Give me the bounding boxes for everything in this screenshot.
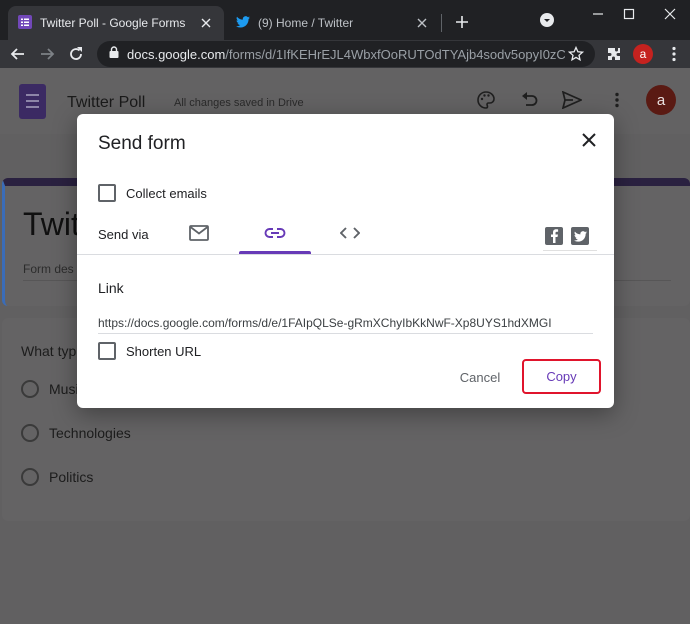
collect-emails-option[interactable]: Collect emails [98,184,207,202]
close-window-icon[interactable] [656,2,684,26]
option-item[interactable]: Musi [21,380,79,398]
send-via-label: Send via [98,227,149,242]
cancel-button[interactable]: Cancel [447,363,513,391]
save-status: All changes saved in Drive [174,97,304,109]
option-label: Musi [49,381,79,397]
tab-embed[interactable] [314,217,386,253]
tab-close-icon[interactable] [196,13,216,33]
link-heading: Link [98,280,124,296]
option-label: Politics [49,469,94,485]
tab-title: Twitter Poll - Google Forms [40,16,186,30]
extensions-icon[interactable] [602,42,626,66]
link-icon [264,226,286,244]
more-options-icon[interactable] [605,88,629,112]
tab-title: (9) Home / Twitter [258,16,354,30]
link-url-field[interactable]: https://docs.google.com/forms/d/e/1FAIpQ… [98,316,593,330]
forward-icon[interactable] [35,42,59,66]
tab-link[interactable] [239,217,311,253]
question-text[interactable]: What typ [21,343,76,359]
email-icon [189,224,209,246]
radio-button[interactable] [21,380,39,398]
facebook-icon[interactable] [545,227,563,245]
send-form-dialog: Send form Collect emails Send via Link h… [77,114,614,408]
new-tab-icon[interactable] [450,10,474,34]
radio-button[interactable] [21,468,39,486]
bookmark-star-icon[interactable] [567,45,585,67]
account-avatar[interactable]: a [646,85,676,115]
tabs-divider [77,254,614,255]
url-path: /forms/d/1IfKEHrEJL4WbxfOoRUTOdTYAjb4sod… [225,46,565,62]
lock-icon [109,45,119,63]
browser-toolbar: docs.google.com/forms/d/1IfKEHrEJL4WbxfO… [0,40,690,68]
link-underline [98,333,593,334]
undo-icon[interactable] [518,88,542,112]
tab-search-icon[interactable] [533,8,561,32]
shorten-url-option[interactable]: Shorten URL [98,342,201,360]
google-forms-icon [18,14,32,32]
tab-close-icon[interactable] [412,13,432,33]
palette-icon[interactable] [474,88,498,112]
form-title[interactable]: Twit [23,206,80,243]
option-item[interactable]: Technologies [21,424,131,442]
profile-avatar[interactable]: a [633,44,653,64]
twitter-icon [236,15,250,31]
form-header-title[interactable]: Twitter Poll [67,94,145,112]
shorten-url-checkbox[interactable] [98,342,116,360]
browser-menu-icon[interactable] [662,42,686,66]
back-icon[interactable] [6,42,30,66]
option-label: Technologies [49,425,131,441]
url-text: docs.google.com/forms/d/1IfKEHrEJL4WbxfO… [127,47,565,62]
shorten-url-label: Shorten URL [126,343,202,359]
minimize-icon[interactable] [584,2,612,26]
address-bar[interactable]: docs.google.com/forms/d/1IfKEHrEJL4WbxfO… [97,41,595,67]
tab-twitter[interactable]: (9) Home / Twitter [228,6,440,40]
close-icon[interactable] [577,128,601,152]
reload-icon[interactable] [64,42,88,66]
send-icon[interactable] [560,88,584,112]
form-description[interactable]: Form des [23,262,74,276]
dialog-title: Send form [98,133,186,154]
embed-icon [339,226,361,245]
copy-button[interactable]: Copy [522,359,601,394]
social-divider [543,250,597,251]
collect-emails-checkbox[interactable] [98,184,116,202]
browser-tabstrip: Twitter Poll - Google Forms (9) Home / T… [0,0,690,40]
collect-emails-label: Collect emails [126,185,207,201]
option-item[interactable]: Politics [21,468,93,486]
tab-email[interactable] [163,217,235,253]
twitter-share-icon[interactable] [571,227,589,245]
maximize-icon[interactable] [615,2,643,26]
tab-separator [441,14,442,32]
tab-google-forms[interactable]: Twitter Poll - Google Forms [8,6,224,40]
radio-button[interactable] [21,424,39,442]
url-host: docs.google.com [127,46,226,62]
google-forms-logo-icon [19,84,46,119]
